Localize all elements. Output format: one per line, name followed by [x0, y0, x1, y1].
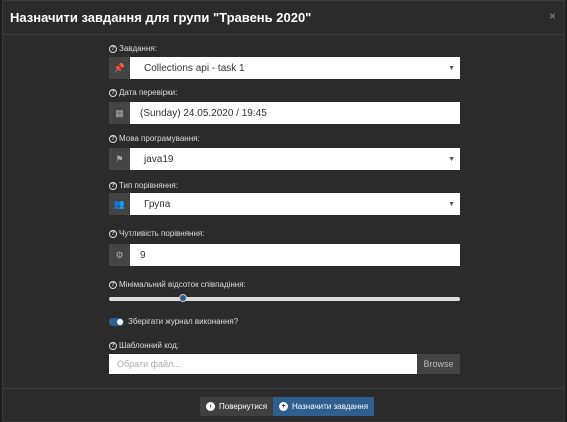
compare-type-label-text: Тип порівняння:	[119, 181, 178, 190]
close-icon[interactable]: ×	[549, 9, 556, 23]
back-button[interactable]: ‹ Повернутися	[200, 397, 274, 416]
task-label-text: Завдання:	[119, 44, 157, 53]
sensitivity-label-text: Чутливість порівняння:	[119, 229, 205, 238]
compare-type-label: ? Тип порівняння:	[109, 181, 178, 190]
language-label: ? Мова програмування:	[109, 134, 200, 143]
date-label: ? Дата перевірки:	[109, 88, 177, 97]
calendar-icon: ▦	[109, 102, 130, 124]
date-input[interactable]: ▦ (Sunday) 24.05.2020 / 19:45	[109, 102, 460, 124]
save-log-label: Зберігати журнал виконання?	[128, 317, 239, 326]
help-icon[interactable]: ?	[109, 229, 117, 238]
language-label-text: Мова програмування:	[119, 134, 200, 143]
assign-task-modal: Назначити завдання для групи "Травень 20…	[2, 0, 565, 422]
help-icon[interactable]: ?	[109, 88, 117, 97]
modal-title: Назначити завдання для групи "Травень 20…	[10, 10, 312, 25]
slider-thumb[interactable]	[179, 294, 188, 302]
help-icon[interactable]: ?	[109, 134, 117, 143]
plus-icon: +	[279, 402, 288, 411]
task-select[interactable]: 📌 Collections api - task 1 ▼	[109, 57, 460, 79]
help-icon[interactable]: ?	[109, 181, 117, 190]
compare-type-select[interactable]: 👥 Група ▼	[109, 193, 460, 215]
chevron-down-icon: ▼	[448, 155, 455, 163]
file-placeholder: Обрати файл...	[117, 359, 181, 369]
template-file-input[interactable]: Обрати файл... Browse	[109, 354, 460, 374]
modal-header: Назначити завдання для групи "Травень 20…	[3, 1, 564, 35]
pin-icon: 📌	[109, 57, 130, 79]
min-percent-slider[interactable]	[109, 294, 460, 302]
date-value: (Sunday) 24.05.2020 / 19:45	[140, 107, 267, 119]
help-icon[interactable]: ?	[109, 44, 117, 53]
assign-label: Назначити завдання	[292, 402, 369, 411]
min-percent-label: ? Мінімальний відсоток співпадіння:	[109, 280, 246, 289]
help-icon[interactable]: ?	[109, 280, 117, 289]
chevron-down-icon: ▼	[448, 64, 455, 72]
browse-button[interactable]: Browse	[417, 354, 460, 374]
sensitivity-label: ? Чутливість порівняння:	[109, 229, 204, 238]
back-label: Повернутися	[219, 402, 268, 411]
cogs-icon: ⚙	[109, 244, 130, 266]
template-label-text: Шаблонний код:	[119, 341, 179, 350]
language-icon: ⚑	[109, 148, 130, 170]
min-percent-label-text: Мінімальний відсоток співпадіння:	[119, 280, 246, 289]
language-select[interactable]: ⚑ java19 ▼	[109, 148, 460, 170]
help-icon[interactable]: ?	[109, 341, 117, 350]
date-label-text: Дата перевірки:	[119, 88, 178, 97]
task-value: Collections api - task 1	[144, 62, 245, 74]
save-log-toggle[interactable]	[109, 318, 124, 326]
template-label: ? Шаблонний код:	[109, 341, 179, 350]
chevron-down-icon: ▼	[448, 200, 455, 208]
users-icon: 👥	[109, 193, 130, 215]
modal-footer: ‹ Повернутися + Назначити завдання	[3, 388, 564, 422]
chevron-left-icon: ‹	[206, 402, 215, 411]
task-label: ? Завдання:	[109, 44, 157, 53]
sensitivity-value: 9	[140, 249, 146, 261]
assign-button[interactable]: + Назначити завдання	[273, 397, 375, 416]
language-value: java19	[144, 153, 174, 165]
sensitivity-input[interactable]: ⚙ 9	[109, 244, 460, 266]
compare-type-value: Група	[144, 198, 171, 210]
